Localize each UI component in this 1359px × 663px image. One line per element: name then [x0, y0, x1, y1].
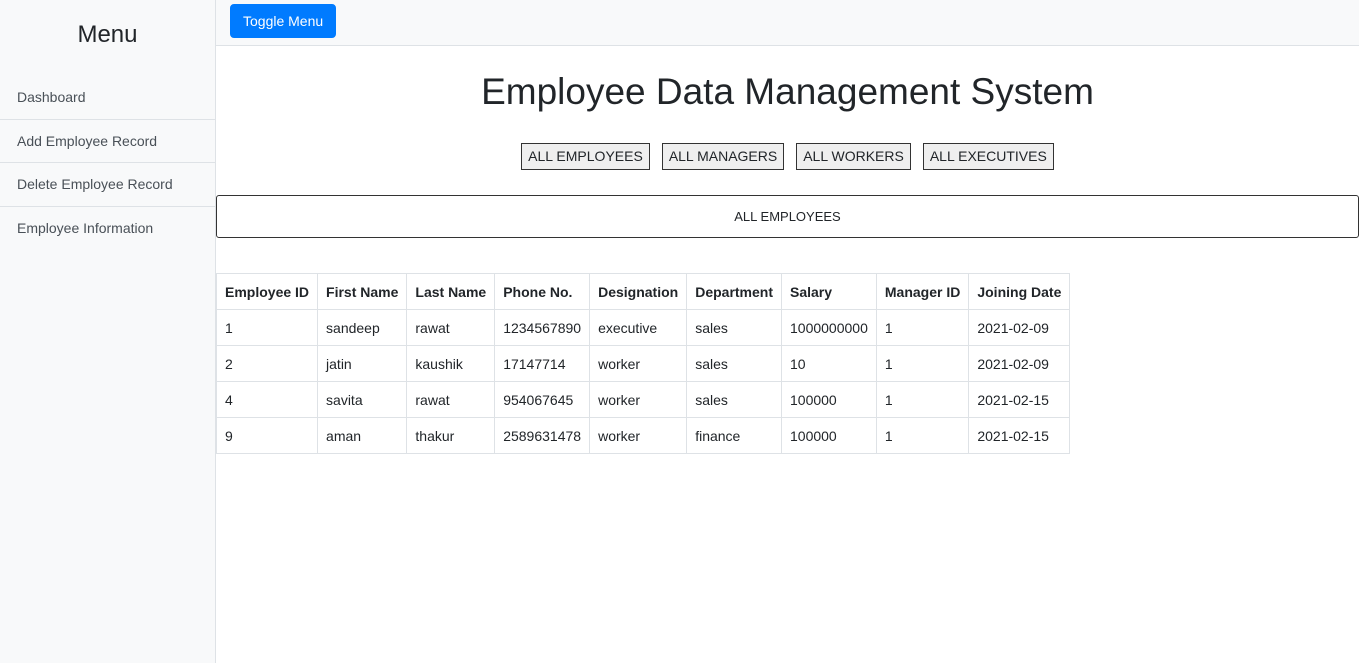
cell-manager-id: 1 [875, 345, 970, 382]
header-salary: Salary [781, 273, 877, 310]
cell-salary: 100000 [781, 381, 877, 418]
cell-employee-id: 2 [215, 345, 319, 382]
cell-employee-id: 1 [215, 309, 319, 346]
cell-salary: 10 [781, 345, 877, 382]
cell-department: finance [686, 417, 782, 454]
cell-last-name: rawat [406, 381, 496, 418]
cell-salary: 100000 [781, 417, 877, 454]
table-header-row: Employee ID First Name Last Name Phone N… [215, 273, 1071, 310]
sidebar-list: Dashboard Add Employee Record Delete Emp… [0, 76, 215, 250]
sidebar-item-dashboard[interactable]: Dashboard [0, 76, 215, 120]
table-row: 2 jatin kaushik 17147714 worker sales 10… [215, 345, 1071, 382]
cell-designation: worker [589, 381, 688, 418]
cell-phone-no: 954067645 [494, 381, 591, 418]
all-workers-button[interactable]: ALL WORKERS [796, 143, 911, 170]
cell-department: sales [686, 345, 782, 382]
cell-first-name: savita [317, 381, 408, 418]
cell-employee-id: 9 [215, 417, 319, 454]
all-managers-button[interactable]: ALL MANAGERS [661, 143, 785, 170]
cell-designation: worker [589, 345, 688, 382]
all-employees-button[interactable]: ALL EMPLOYEES [521, 143, 650, 170]
header-designation: Designation [589, 273, 688, 310]
cell-last-name: rawat [406, 309, 496, 346]
employee-table: Employee ID First Name Last Name Phone N… [215, 273, 1071, 454]
sidebar-item-add-employee-record[interactable]: Add Employee Record [0, 120, 215, 163]
cell-joining-date: 2021-02-15 [968, 417, 1071, 454]
cell-phone-no: 1234567890 [494, 309, 591, 346]
cell-department: sales [686, 381, 782, 418]
cell-joining-date: 2021-02-15 [968, 381, 1071, 418]
header-phone-no: Phone No. [494, 273, 591, 310]
sidebar-item-delete-employee-record[interactable]: Delete Employee Record [0, 163, 215, 207]
header-employee-id: Employee ID [215, 273, 319, 310]
cell-employee-id: 4 [215, 381, 319, 418]
cell-manager-id: 1 [875, 417, 970, 454]
top-navbar: Toggle Menu [216, 0, 1359, 46]
cell-salary: 1000000000 [781, 309, 877, 346]
header-department: Department [686, 273, 782, 310]
header-first-name: First Name [317, 273, 408, 310]
cell-designation: executive [589, 309, 688, 346]
toggle-menu-button[interactable]: Toggle Menu [230, 4, 337, 38]
sidebar: Menu Dashboard Add Employee Record Delet… [0, 0, 216, 663]
cell-designation: worker [589, 417, 688, 454]
cell-joining-date: 2021-02-09 [968, 345, 1071, 382]
cell-phone-no: 2589631478 [494, 417, 591, 454]
filter-button-group: ALL EMPLOYEES ALL MANAGERS ALL WORKERS A… [216, 143, 1359, 170]
page-title: Employee Data Management System [481, 71, 1094, 112]
cell-phone-no: 17147714 [494, 345, 591, 382]
cell-first-name: aman [317, 417, 408, 454]
table-row: 1 sandeep rawat 1234567890 executive sal… [215, 309, 1071, 346]
table-row: 9 aman thakur 2589631478 worker finance … [215, 417, 1071, 454]
section-heading-box: ALL EMPLOYEES [216, 195, 1359, 238]
cell-joining-date: 2021-02-09 [968, 309, 1071, 346]
sidebar-heading: Menu [77, 21, 138, 48]
cell-first-name: sandeep [317, 309, 408, 346]
all-executives-button[interactable]: ALL EXECUTIVES [922, 143, 1054, 170]
cell-last-name: kaushik [406, 345, 496, 382]
header-last-name: Last Name [406, 273, 496, 310]
header-manager-id: Manager ID [875, 273, 970, 310]
header-joining-date: Joining Date [968, 273, 1071, 310]
cell-manager-id: 1 [875, 309, 970, 346]
cell-first-name: jatin [317, 345, 408, 382]
cell-last-name: thakur [406, 417, 496, 454]
cell-manager-id: 1 [875, 381, 970, 418]
cell-department: sales [686, 309, 782, 346]
sidebar-item-employee-information[interactable]: Employee Information [0, 207, 215, 251]
table-row: 4 savita rawat 954067645 worker sales 10… [215, 381, 1071, 418]
